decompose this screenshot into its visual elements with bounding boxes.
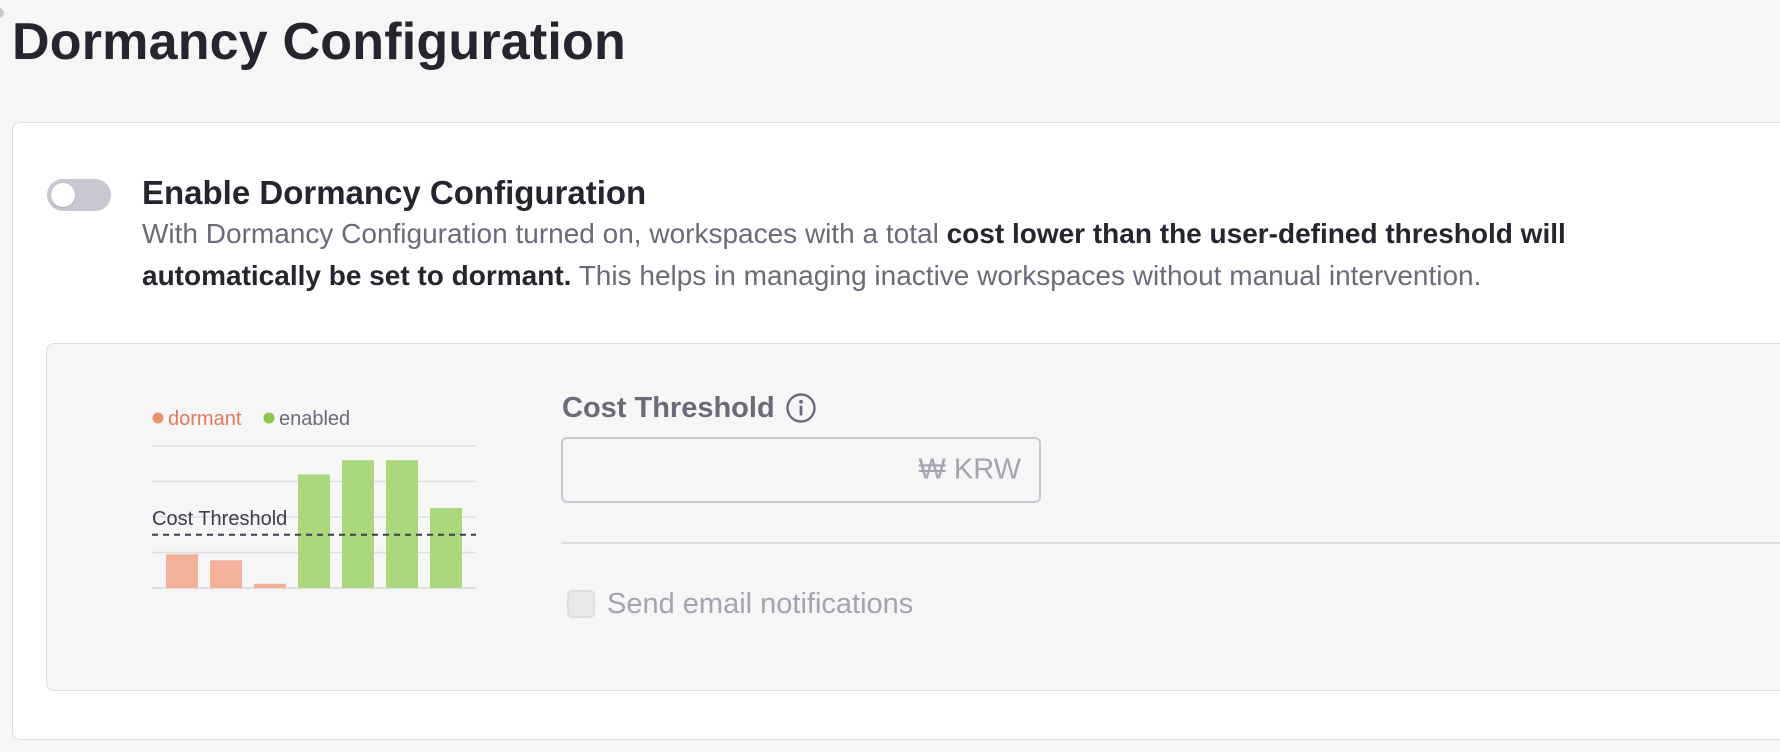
email-notification-checkbox[interactable] bbox=[567, 590, 595, 618]
threshold-panel: Cost Threshold dormant enabled Cost Thre… bbox=[46, 343, 1780, 691]
divider bbox=[561, 542, 1780, 544]
section-title: Enable Dormancy Configuration bbox=[142, 174, 647, 211]
legend-enabled-label: enabled bbox=[279, 408, 350, 430]
toggle-knob bbox=[51, 183, 75, 207]
cost-threshold-field: ₩ KRW bbox=[561, 437, 1041, 503]
currency-suffix: ₩ KRW bbox=[918, 453, 1021, 486]
legend-enabled-dot bbox=[263, 412, 275, 424]
enable-dormancy-toggle[interactable] bbox=[47, 179, 111, 211]
legend-dormant-dot bbox=[152, 412, 164, 424]
legend-dormant-label: dormant bbox=[168, 408, 242, 430]
dormant-bar bbox=[210, 560, 242, 588]
enabled-bar bbox=[342, 460, 374, 588]
threshold-illustration-chart: Cost Threshold dormant enabled bbox=[152, 408, 476, 589]
threshold-label: Cost Threshold bbox=[152, 508, 287, 530]
enabled-bar bbox=[430, 508, 462, 588]
page-title: Dormancy Configuration bbox=[12, 13, 626, 71]
enabled-bar bbox=[298, 474, 330, 588]
corner-mark bbox=[0, 8, 4, 18]
email-notification-label: Send email notifications bbox=[607, 588, 914, 620]
cost-threshold-label-row: Cost Threshold bbox=[562, 390, 817, 426]
dormant-bar bbox=[254, 583, 286, 588]
email-notification-row[interactable]: Send email notifications bbox=[567, 586, 913, 622]
description-text-end: This helps in managing inactive workspac… bbox=[571, 260, 1482, 291]
description-text-start: With Dormancy Configuration turned on, w… bbox=[142, 218, 947, 249]
enabled-bar bbox=[386, 460, 418, 588]
dormancy-settings-card: Enable Dormancy Configuration With Dorma… bbox=[12, 122, 1780, 740]
cost-threshold-label: Cost Threshold bbox=[562, 392, 775, 424]
section-description: With Dormancy Configuration turned on, w… bbox=[142, 213, 1662, 297]
dormant-bar bbox=[166, 554, 198, 588]
info-icon[interactable] bbox=[785, 392, 817, 424]
